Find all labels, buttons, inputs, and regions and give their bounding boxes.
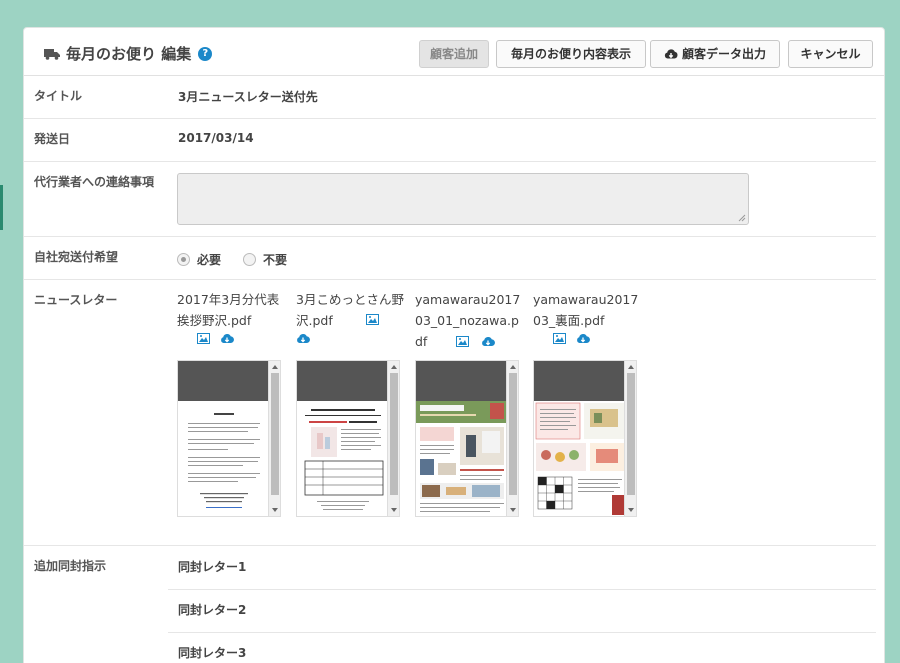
cloud-download-icon[interactable] — [296, 333, 310, 344]
export-customers-label: 顧客データ出力 — [681, 47, 766, 61]
preview-scrollbar[interactable] — [624, 361, 636, 516]
page-title-text: 毎月のお便り 編集 — [66, 45, 192, 63]
page-title: 毎月のお便り 編集 ? — [44, 43, 213, 64]
newsletter-actions — [296, 333, 406, 344]
preview-scrollbar[interactable] — [268, 361, 280, 516]
image-icon[interactable] — [366, 314, 379, 325]
resize-grip-icon[interactable] — [738, 214, 746, 222]
newsletter-file-name[interactable]: 3月こめっとさん野沢.pdf — [296, 289, 406, 331]
notes-label: 代行業者への連絡事項 — [34, 175, 155, 189]
newsletter-item: yamawarau201703_裏面.pdf — [533, 289, 643, 344]
divider — [168, 589, 876, 590]
date-label: 発送日 — [34, 132, 71, 146]
newsletter-item: yamawarau201703_01_nozawa.pdf — [415, 289, 525, 352]
self-send-label: 自社宛送付希望 — [34, 250, 119, 264]
enclosure-item: 同封レター3 — [178, 646, 247, 660]
newsletter-actions — [177, 333, 287, 344]
newsletter-preview[interactable] — [533, 360, 637, 517]
truck-icon — [44, 48, 60, 60]
preview-header — [297, 361, 389, 401]
newsletter-row: ニュースレター 2017年3月分代表挨拶野沢.pdf 3月こめっとさん野沢.pd… — [24, 280, 876, 546]
cloud-download-icon[interactable] — [220, 333, 234, 344]
preview-page — [297, 401, 389, 516]
export-customers-button[interactable]: 顧客データ出力 — [650, 40, 780, 68]
self-send-radio-group: 必要 不要 — [177, 251, 309, 268]
cancel-button[interactable]: キャンセル — [788, 40, 873, 68]
newsletter-item: 2017年3月分代表挨拶野沢.pdf — [177, 289, 287, 344]
edit-panel: 毎月のお便り 編集 ? 顧客追加 毎月のお便り内容表示 顧客データ出力 キャンセ… — [23, 27, 885, 663]
notes-row: 代行業者への連絡事項 — [24, 162, 876, 237]
add-customer-button[interactable]: 顧客追加 — [419, 40, 489, 68]
newsletter-item: 3月こめっとさん野沢.pdf — [296, 289, 406, 344]
preview-scrollbar[interactable] — [506, 361, 518, 516]
newsletter-file-name[interactable]: yamawarau201703_裏面.pdf — [533, 289, 643, 331]
date-row: 発送日 2017/03/14 — [24, 119, 876, 162]
self-send-row: 自社宛送付希望 必要 不要 — [24, 237, 876, 280]
radio-required-label[interactable]: 必要 — [197, 251, 221, 268]
enclosure-item: 同封レター1 — [178, 560, 247, 574]
newsletter-file-name[interactable]: yamawarau201703_01_nozawa.pdf — [415, 289, 525, 352]
enclosure-label: 追加同封指示 — [34, 559, 107, 573]
preview-header — [534, 361, 626, 401]
divider — [168, 632, 876, 633]
preview-page — [416, 401, 508, 516]
cloud-download-icon[interactable] — [481, 336, 495, 347]
radio-not-required[interactable] — [243, 253, 257, 266]
radio-required[interactable] — [177, 253, 190, 266]
title-label: タイトル — [34, 89, 83, 103]
newsletter-preview[interactable] — [415, 360, 519, 517]
newsletter-actions — [533, 333, 643, 344]
newsletter-file-name[interactable]: 2017年3月分代表挨拶野沢.pdf — [177, 289, 287, 331]
enclosure-item: 同封レター2 — [178, 603, 247, 617]
date-value: 2017/03/14 — [178, 131, 254, 145]
cloud-download-icon — [664, 49, 678, 59]
newsletter-preview[interactable] — [177, 360, 281, 517]
preview-page — [534, 401, 626, 516]
title-value: 3月ニュースレター送付先 — [178, 90, 318, 104]
preview-page — [178, 401, 270, 516]
help-icon[interactable]: ? — [198, 46, 213, 61]
enclosure-section: 追加同封指示 同封レター1 同封レター2 同封レター3 — [24, 546, 876, 663]
image-icon[interactable] — [456, 336, 469, 347]
newsletter-label: ニュースレター — [34, 293, 118, 307]
preview-scrollbar[interactable] — [387, 361, 399, 516]
cloud-download-icon[interactable] — [576, 333, 590, 344]
side-accent — [0, 185, 3, 230]
radio-not-required-label[interactable]: 不要 — [263, 251, 287, 268]
title-row: タイトル 3月ニュースレター送付先 — [24, 76, 876, 119]
preview-header — [178, 361, 270, 401]
image-icon[interactable] — [197, 333, 210, 344]
newsletter-preview[interactable] — [296, 360, 400, 517]
notes-textarea[interactable] — [177, 173, 749, 225]
preview-header — [416, 361, 508, 401]
panel-header: 毎月のお便り 編集 ? 顧客追加 毎月のお便り内容表示 顧客データ出力 キャンセ… — [24, 28, 884, 76]
image-icon[interactable] — [553, 333, 566, 344]
show-content-button[interactable]: 毎月のお便り内容表示 — [496, 40, 646, 68]
